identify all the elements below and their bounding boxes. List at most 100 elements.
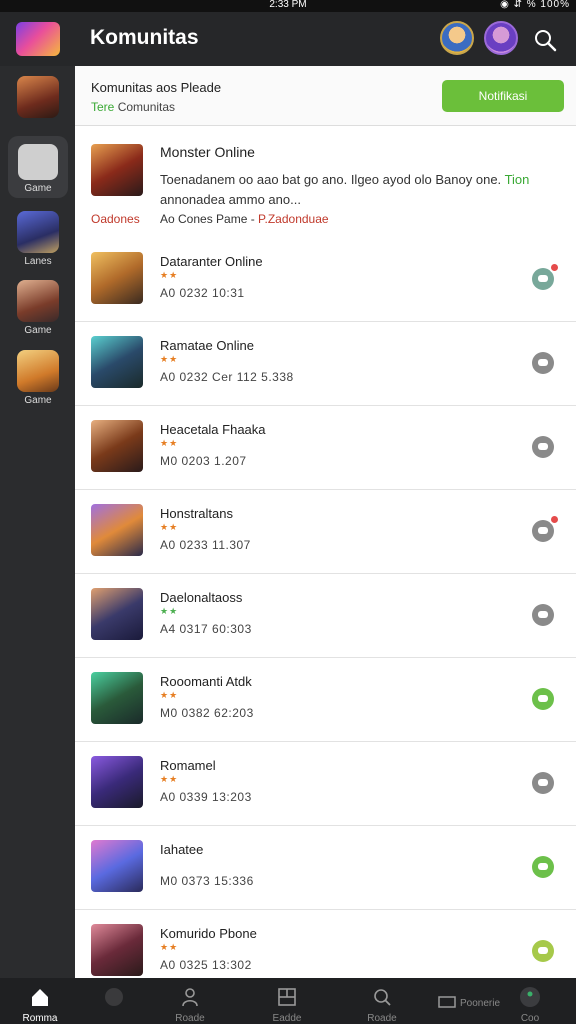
- list-item[interactable]: Honstraltans ★★ A0 0233 11.307: [75, 490, 576, 574]
- game-thumbnail: [91, 504, 143, 556]
- avatar[interactable]: [440, 21, 474, 55]
- tab-label: Roade: [175, 1013, 205, 1024]
- menu-icon: [520, 987, 540, 1007]
- tab-games[interactable]: [74, 982, 154, 1013]
- featured-tag-prefix: Ao Cones Pame -: [160, 212, 259, 226]
- game-thumbnail: [91, 756, 143, 808]
- game-thumbnail: [17, 280, 59, 322]
- sidebar-item-label: Lanes: [24, 256, 52, 267]
- tab-label: Coo: [520, 1013, 540, 1024]
- list-item[interactable]: Ramatae Online ★★ A0 0232 Cer 112 5.338: [75, 322, 576, 406]
- chat-bubble-icon[interactable]: [532, 772, 554, 794]
- tab-search[interactable]: Roade: [342, 982, 422, 1024]
- game-thumbnail: [17, 350, 59, 392]
- list-item[interactable]: Heacetala Fhaaka ★★ M0 0203 1.207: [75, 406, 576, 490]
- tab-more[interactable]: Coo: [500, 982, 560, 1024]
- game-thumbnail: [17, 76, 59, 118]
- game-thumbnail: [91, 672, 143, 724]
- game-thumbnail: [91, 924, 143, 976]
- featured-description-text: Toenadanem oo aao bat go ano. Ilgeo ayod…: [160, 172, 502, 187]
- sidebar-item-game-2[interactable]: Game: [8, 136, 68, 198]
- game-meta: A0 0232 Cer 112 5.338: [160, 370, 294, 384]
- sidebar-item-game-4[interactable]: Game: [8, 280, 68, 336]
- list-item[interactable]: Rooomanti Atdk ★★ M0 0382 62:203: [75, 658, 576, 742]
- game-meta: A0 0233 11.307: [160, 538, 251, 552]
- game-thumbnail: [91, 588, 143, 640]
- list-item[interactable]: Dataranter Online ★★ A0 0232 10:31: [75, 238, 576, 322]
- tab-label: Eadde: [272, 1013, 302, 1024]
- game-thumbnail: [91, 252, 143, 304]
- game-rating: ★★: [160, 942, 179, 952]
- user-icon: [182, 988, 198, 1007]
- monitor-icon: [438, 996, 456, 1008]
- status-icons: ◉ ⇵ % 100%: [500, 0, 570, 10]
- game-rating: ★★: [160, 270, 179, 280]
- game-rating: ★★: [160, 774, 179, 784]
- game-thumbnail: [91, 840, 143, 892]
- sidebar-item-label: Game: [24, 183, 52, 194]
- notification-dot: [549, 514, 560, 525]
- chat-bubble-icon[interactable]: [532, 604, 554, 626]
- banner-subtitle-accent: Tere: [91, 100, 115, 114]
- game-meta: M0 0373 15:336: [160, 874, 254, 888]
- tab-label: Romma: [22, 1013, 58, 1024]
- game-name: Honstraltans: [160, 506, 233, 521]
- game-meta: A0 0339 13:203: [160, 790, 252, 804]
- search-icon[interactable]: [530, 25, 560, 55]
- status-time: 2:33 PM: [269, 0, 307, 10]
- game-name: Iahatee: [160, 842, 204, 857]
- chat-bubble-icon[interactable]: [532, 940, 554, 962]
- notification-dot: [549, 262, 560, 273]
- game-rating: ★★: [160, 522, 179, 532]
- game-rating: ★★: [160, 690, 179, 700]
- chat-bubble-icon[interactable]: [532, 352, 554, 374]
- app-logo[interactable]: [16, 22, 60, 56]
- search-icon: [374, 989, 391, 1006]
- featured-game-name: Monster Online: [160, 144, 255, 160]
- avatar[interactable]: [484, 21, 518, 55]
- sidebar-item-game-1[interactable]: [8, 76, 68, 121]
- chat-bubble-icon[interactable]: [532, 436, 554, 458]
- tab-label: Roade: [367, 1013, 397, 1024]
- sidebar-item-label: Game: [24, 395, 52, 406]
- game-thumbnail: [91, 420, 143, 472]
- featured-tag: Oadones: [91, 212, 140, 226]
- list-item[interactable]: Daelonaltaoss ★★ A4 0317 60:303: [75, 574, 576, 658]
- chat-bubble-icon[interactable]: [532, 688, 554, 710]
- app-header: Komunitas: [0, 12, 576, 66]
- sidebar-item-game-5[interactable]: Game: [8, 350, 68, 406]
- bottom-navigation: Romma Roade Eadde Roade Poonerie Coo: [0, 978, 576, 1024]
- game-name: Komurido Pbone: [160, 926, 257, 941]
- game-meta: A0 0232 10:31: [160, 286, 245, 300]
- tab-store[interactable]: Eadde: [247, 982, 327, 1024]
- tab-profile[interactable]: Roade: [150, 982, 230, 1024]
- game-name: Daelonaltaoss: [160, 590, 243, 605]
- game-thumbnail: [91, 336, 143, 388]
- game-meta: A0 0325 13:302: [160, 958, 252, 972]
- game-name: Heacetala Fhaaka: [160, 422, 266, 437]
- sidebar: Game Lanes Game Game: [0, 66, 75, 978]
- game-thumbnail: [18, 144, 58, 180]
- game-meta: A4 0317 60:303: [160, 622, 252, 636]
- game-name: Rooomanti Atdk: [160, 674, 252, 689]
- banner-title: Komunitas aos Pleade: [91, 80, 222, 95]
- game-list: Dataranter Online ★★ A0 0232 10:31 Ramatae …: [75, 238, 576, 978]
- featured-description-more: annonadea ammo ano...: [160, 192, 301, 207]
- game-rating: ★★: [160, 354, 179, 364]
- page-title: Komunitas: [90, 26, 199, 49]
- tab-home[interactable]: Romma: [0, 982, 80, 1024]
- sidebar-item-game-3[interactable]: Lanes: [8, 211, 68, 267]
- list-item[interactable]: Komurido Pbone ★★ A0 0325 13:302: [75, 910, 576, 978]
- banner-subtitle: Tere Comunitas: [91, 100, 175, 114]
- notifications-button[interactable]: Notifikasi: [442, 80, 564, 112]
- game-name: Ramatae Online: [160, 338, 254, 353]
- list-item[interactable]: Romamel ★★ A0 0339 13:203: [75, 742, 576, 826]
- featured-game-description: Toenadanem oo aao bat go ano. Ilgeo ayod…: [160, 170, 560, 210]
- chat-bubble-icon[interactable]: [532, 856, 554, 878]
- list-item[interactable]: Iahatee M0 0373 15:336: [75, 826, 576, 910]
- game-meta: M0 0382 62:203: [160, 706, 254, 720]
- tab-label: Poonerie: [459, 997, 501, 1009]
- game-name: Romamel: [160, 758, 216, 773]
- controller-icon: [105, 988, 123, 1006]
- grid-icon: [278, 988, 296, 1006]
